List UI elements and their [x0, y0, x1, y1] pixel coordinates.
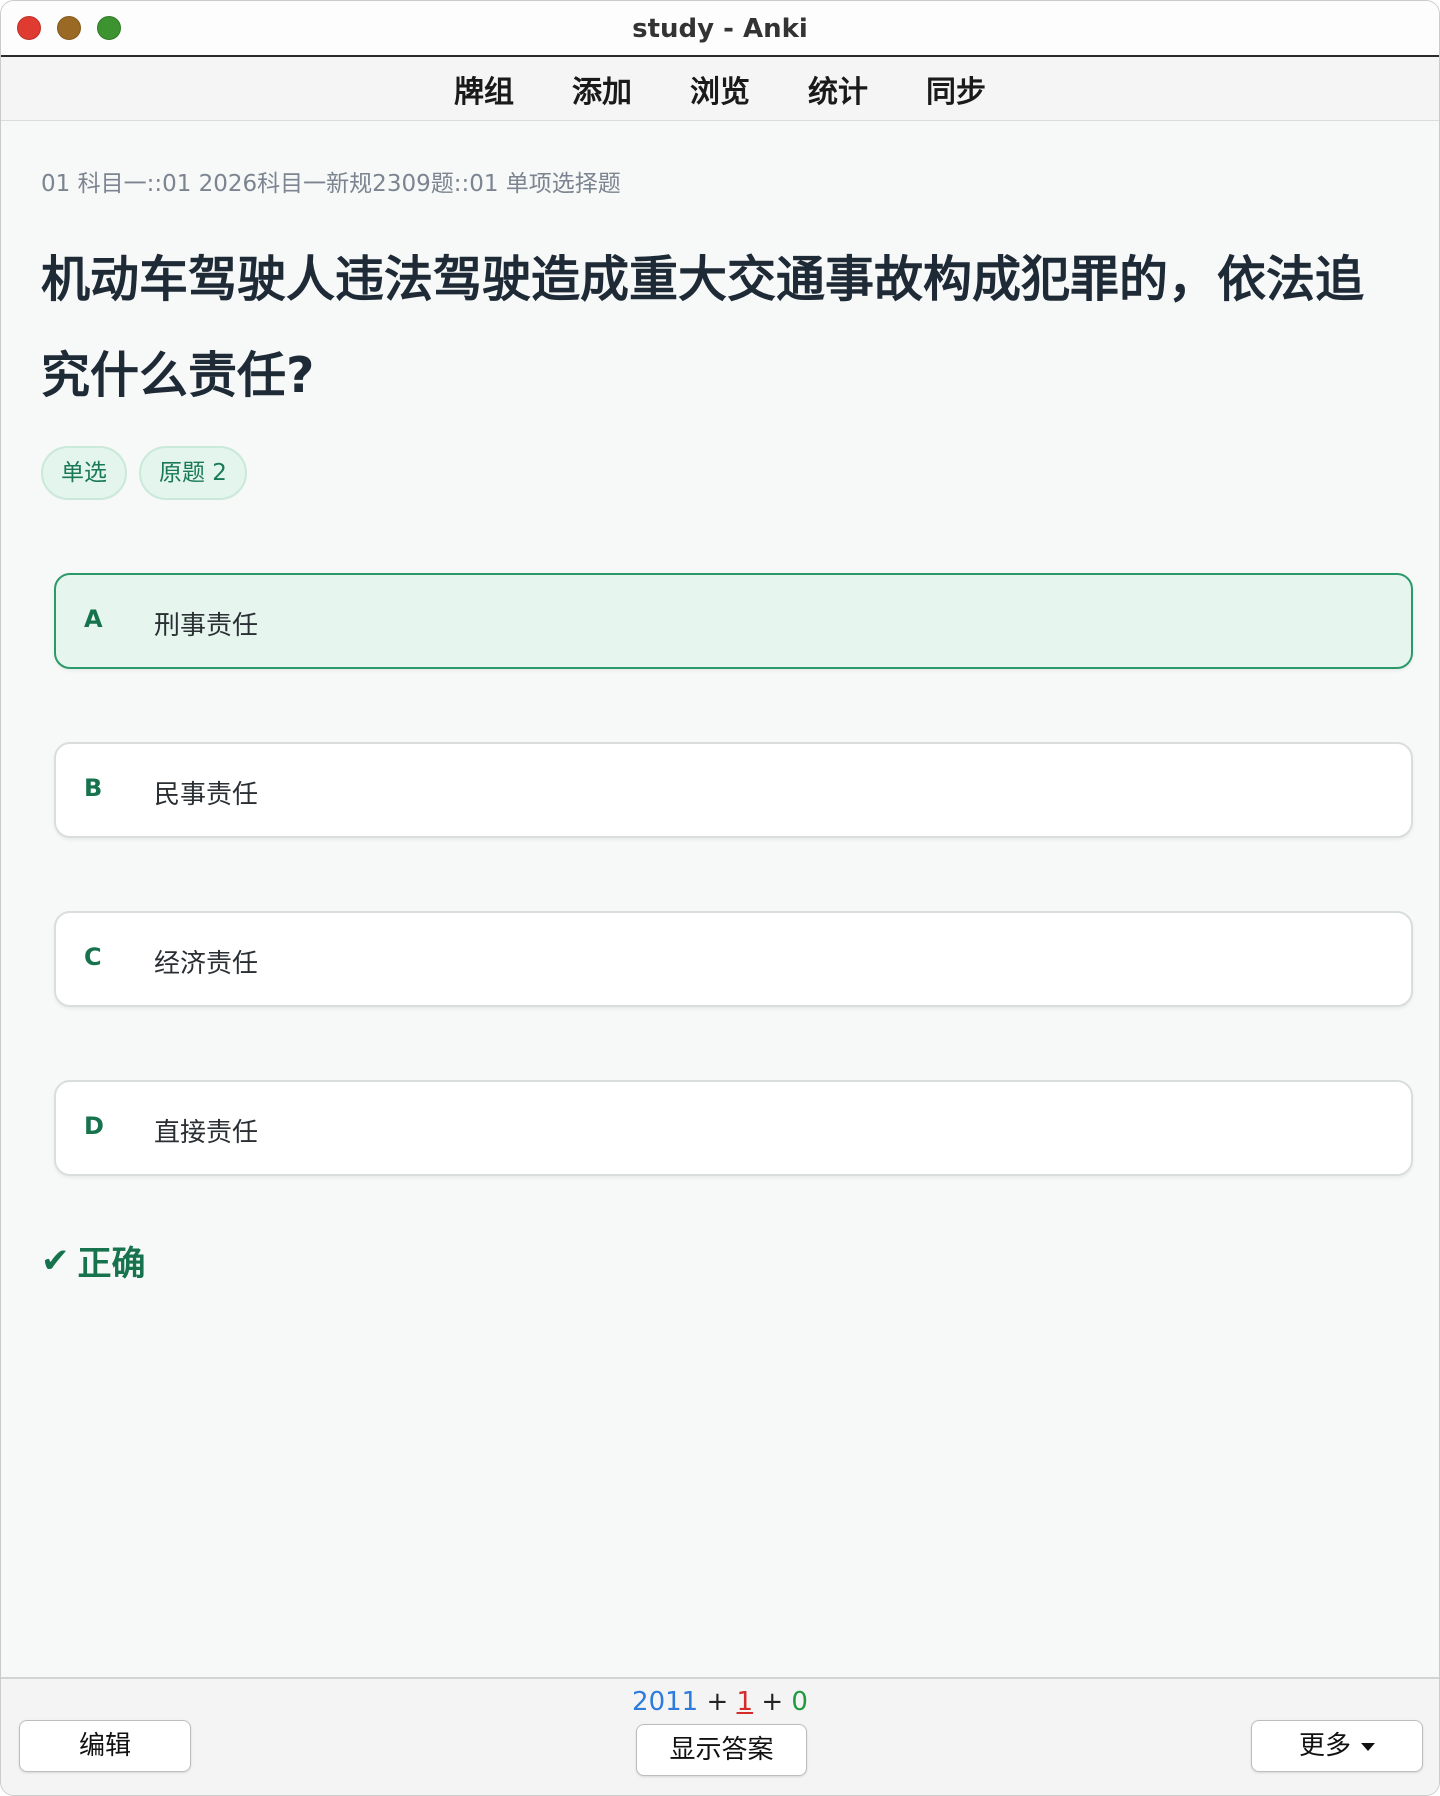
toolbar-decks[interactable]: 牌组 [454, 67, 514, 111]
new-count: 2011 [632, 1687, 699, 1717]
tag-badge: 单选 [41, 446, 127, 500]
option-letter: D [84, 1112, 104, 1140]
window-title: study - Anki [632, 14, 808, 44]
review-count: 0 [791, 1687, 808, 1717]
more-label: 更多 [1298, 1731, 1351, 1761]
option-letter: B [84, 774, 103, 802]
review-card: 01 科目一::01 2026科目一新规2309题::01 单项选择题 机动车驾… [1, 122, 1439, 1677]
count-separator: + [761, 1687, 784, 1717]
caret-down-icon [1361, 1742, 1375, 1751]
edit-button[interactable]: 编辑 [19, 1720, 191, 1772]
toolbar-add[interactable]: 添加 [572, 67, 632, 111]
tag-badge: 原题 2 [139, 446, 247, 500]
option-letter: C [84, 943, 102, 971]
toolbar-browse[interactable]: 浏览 [690, 67, 750, 111]
tag-list: 单选 原题 2 [41, 446, 247, 500]
option-d[interactable]: D 直接责任 [54, 1080, 1413, 1176]
anki-window: study - Anki 牌组 添加 浏览 统计 同步 01 科目一::01 2… [0, 0, 1440, 1796]
option-c[interactable]: C 经济责任 [54, 911, 1413, 1007]
bottom-bar: 2011 + 1 + 0 编辑 显示答案 更多 [1, 1677, 1439, 1795]
option-text: 刑事责任 [154, 611, 259, 641]
check-icon: ✔ [41, 1240, 70, 1281]
option-a[interactable]: A 刑事责任 [54, 573, 1413, 669]
main-toolbar: 牌组 添加 浏览 统计 同步 [1, 57, 1439, 121]
option-text: 直接责任 [154, 1118, 259, 1148]
learn-count: 1 [736, 1687, 754, 1717]
more-button[interactable]: 更多 [1251, 1720, 1423, 1772]
deck-path: 01 科目一::01 2026科目一新规2309题::01 单项选择题 [41, 171, 621, 197]
option-text: 经济责任 [154, 949, 259, 979]
due-counts: 2011 + 1 + 0 [1, 1687, 1439, 1717]
question-text: 机动车驾驶人违法驾驶造成重大交通事故构成犯罪的，依法追究什么责任? [41, 251, 1365, 404]
count-separator: + [706, 1687, 729, 1717]
toolbar-stats[interactable]: 统计 [808, 67, 868, 111]
show-answer-button[interactable]: 显示答案 [636, 1724, 807, 1776]
option-text: 民事责任 [154, 780, 259, 810]
result-text: 正确 [77, 1244, 146, 1284]
title-bar: study - Anki [1, 1, 1439, 57]
option-b[interactable]: B 民事责任 [54, 742, 1413, 838]
toolbar-sync[interactable]: 同步 [926, 67, 986, 111]
result-indicator: ✔ 正确 [41, 1236, 146, 1285]
option-letter: A [84, 605, 103, 633]
